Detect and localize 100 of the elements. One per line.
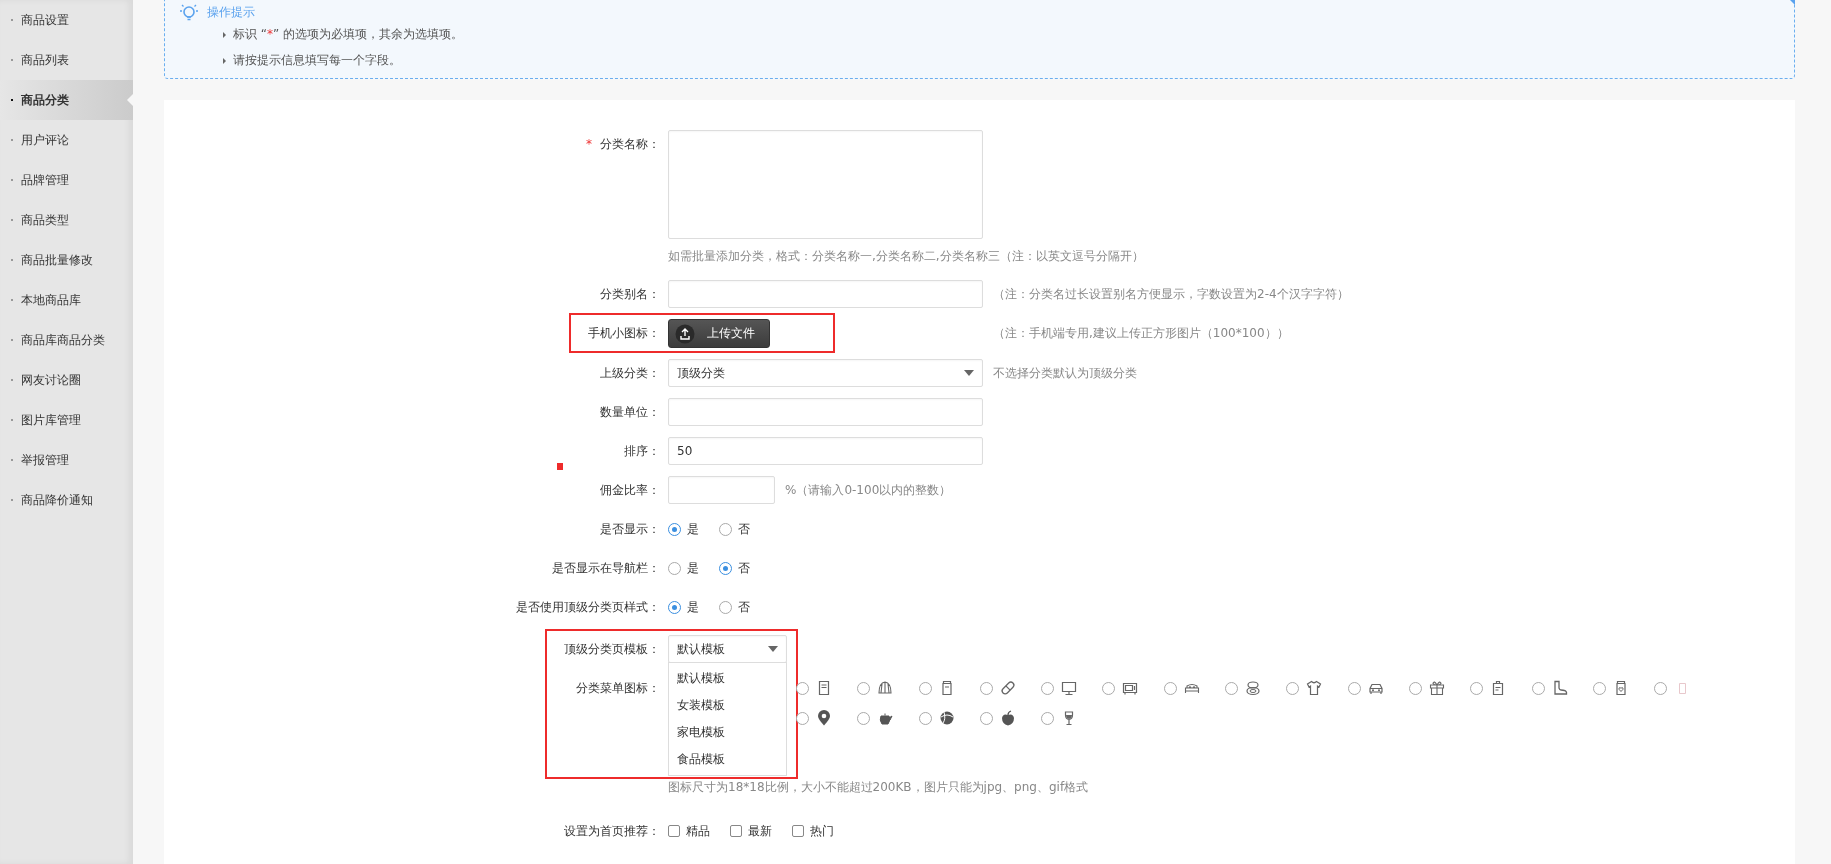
radio-button[interactable] <box>719 522 732 536</box>
radio-button[interactable] <box>918 681 932 695</box>
dropdown-option[interactable]: 食品模板 <box>669 746 786 773</box>
hint-text: 不选择分类默认为顶级分类 <box>993 364 1137 382</box>
bandage-icon <box>999 680 1016 696</box>
radio-button[interactable] <box>1408 681 1422 695</box>
radio-label[interactable]: 是 <box>687 520 699 538</box>
tshirt-icon <box>1306 680 1323 696</box>
radio-button[interactable] <box>719 561 732 575</box>
checkbox-option[interactable]: 最新 <box>730 817 772 845</box>
radio-button[interactable] <box>1592 681 1606 695</box>
hint-text: %（请输入0-100以内的整数） <box>785 481 952 499</box>
field-label: 分类别名： <box>599 286 660 303</box>
sidebar-item[interactable]: 用户评论 <box>0 120 133 160</box>
radio-button[interactable] <box>1347 681 1361 695</box>
radio-button[interactable] <box>1041 681 1055 695</box>
checkbox[interactable] <box>792 825 804 837</box>
checkbox-label[interactable]: 热门 <box>810 822 834 840</box>
checkbox-option[interactable]: 热门 <box>792 817 834 845</box>
sidebar-item[interactable]: 商品列表 <box>0 40 133 80</box>
radio-option[interactable]: 是 <box>668 515 699 543</box>
sidebar-item[interactable]: 网友讨论圈 <box>0 360 133 400</box>
checkbox-label[interactable]: 精品 <box>686 822 710 840</box>
radio-button[interactable] <box>1041 711 1055 725</box>
checkbox[interactable] <box>668 825 680 837</box>
dropdown-option[interactable]: 默认模板 <box>669 665 786 692</box>
monitor-icon <box>1061 680 1078 696</box>
sidebar-item[interactable]: 本地商品库 <box>0 280 133 320</box>
input-field[interactable] <box>668 280 983 308</box>
radio-button[interactable] <box>1163 681 1177 695</box>
radio-option[interactable]: 是 <box>668 554 699 582</box>
radio-option[interactable]: 否 <box>719 554 750 582</box>
lightbulb-icon <box>179 3 199 21</box>
radio-label[interactable]: 是 <box>687 559 699 577</box>
sidebar-item[interactable]: 商品设置 <box>0 0 133 40</box>
input-field[interactable] <box>668 398 983 426</box>
dropdown-option[interactable]: 家电模板 <box>669 719 786 746</box>
radio-button[interactable] <box>796 711 809 725</box>
dropdown-option[interactable]: 女装模板 <box>669 692 786 719</box>
radio-button[interactable] <box>719 600 732 614</box>
caret-icon <box>964 370 974 376</box>
radio-button[interactable] <box>668 600 681 614</box>
sidebar-item[interactable]: 品牌管理 <box>0 160 133 200</box>
radio-button[interactable] <box>979 681 993 695</box>
radio-option[interactable]: 否 <box>719 593 750 621</box>
upload-icon <box>675 323 695 344</box>
radio-button[interactable] <box>918 711 932 725</box>
checkbox-option[interactable]: 精品 <box>668 817 710 845</box>
caret-icon <box>768 646 778 652</box>
radio-button[interactable] <box>1102 681 1116 695</box>
field-label: 佣金比率： <box>599 482 660 499</box>
textarea-field[interactable] <box>668 130 983 239</box>
field-label: 数量单位： <box>599 404 660 421</box>
field-label: 是否显示在导航栏： <box>551 560 660 577</box>
radio-button[interactable] <box>857 681 871 695</box>
field-label: 手机小图标： <box>587 325 660 342</box>
radio-button[interactable] <box>1470 681 1484 695</box>
field-label: 顶级分类页模板： <box>563 641 660 658</box>
hint-text: （注：手机端专用,建议上传正方形图片（100*100）） <box>993 325 1289 342</box>
location-pin-icon <box>816 710 832 726</box>
radio-label[interactable]: 否 <box>738 520 750 538</box>
sidebar-item[interactable]: 商品库商品分类 <box>0 320 133 360</box>
field-label: 上级分类： <box>599 365 660 382</box>
radio-label[interactable]: 是 <box>687 598 699 616</box>
stray-mark <box>557 463 563 470</box>
checkbox[interactable] <box>730 825 742 837</box>
sidebar-item[interactable]: 商品降价通知 <box>0 480 133 520</box>
shell-icon <box>877 680 894 696</box>
field-label: * 分类名称： <box>585 136 660 153</box>
boot-icon <box>1551 680 1568 696</box>
select-field[interactable]: 顶级分类 <box>668 359 983 387</box>
radio-button[interactable] <box>1654 681 1668 695</box>
radio-button[interactable] <box>1286 681 1300 695</box>
sidebar-item[interactable]: 商品类型 <box>0 200 133 240</box>
radio-button[interactable] <box>1225 681 1239 695</box>
input-field[interactable]: 50 <box>668 437 983 465</box>
radio-button[interactable] <box>668 561 681 575</box>
radio-button[interactable] <box>1531 681 1545 695</box>
upload-button[interactable]: 上传文件 <box>668 319 770 348</box>
field-label: 是否显示： <box>599 521 660 538</box>
radio-option[interactable]: 是 <box>668 593 699 621</box>
radio-option[interactable]: 否 <box>719 515 750 543</box>
input-field[interactable] <box>668 476 775 504</box>
radio-label[interactable]: 否 <box>738 598 750 616</box>
tip-text: 标识 “*” 的选项为必填项，其余为选填项。 <box>223 21 1794 47</box>
radio-button[interactable] <box>668 522 681 536</box>
tips-title: 操作提示 <box>207 3 255 21</box>
checkbox-label[interactable]: 最新 <box>748 822 772 840</box>
radio-button[interactable] <box>796 681 809 695</box>
required-marker: * <box>586 137 592 151</box>
radio-button[interactable] <box>857 711 871 725</box>
sidebar-item[interactable]: 图片库管理 <box>0 400 133 440</box>
field-label: 排序： <box>623 443 660 460</box>
ball-icon <box>938 710 955 726</box>
radio-label[interactable]: 否 <box>738 559 750 577</box>
sidebar-item[interactable]: 举报管理 <box>0 440 133 480</box>
sidebar-item[interactable]: 商品批量修改 <box>0 240 133 280</box>
select-field[interactable]: 默认模板 <box>668 635 787 663</box>
microwave-icon <box>1122 680 1139 696</box>
radio-button[interactable] <box>979 711 993 725</box>
